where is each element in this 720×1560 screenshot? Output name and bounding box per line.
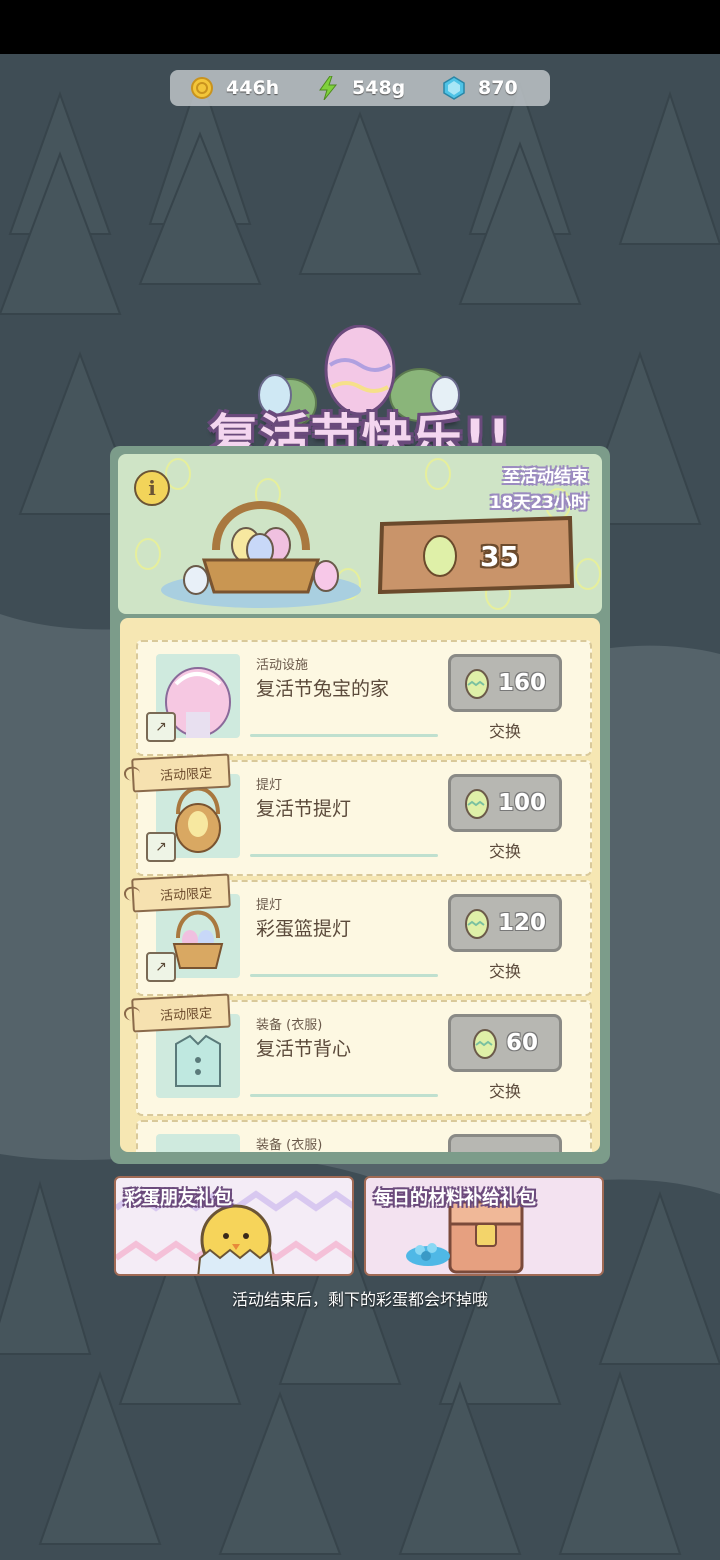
event-footer-note: 活动结束后，剩下的彩蛋都会坏掉哦 (231, 1290, 488, 1309)
limited-tag: 活动限定 (131, 993, 231, 1033)
egg-icon (472, 1029, 497, 1059)
egg-icon (464, 909, 489, 939)
item-divider (250, 734, 438, 737)
coin-resource[interactable]: 446h (170, 70, 296, 106)
list-item: ↗ 活动限定 提灯 复活节提灯 100 交换 (131, 753, 592, 876)
item-divider (250, 1094, 438, 1097)
item-thumbnail (156, 1134, 240, 1152)
exchange-label[interactable]: 交换 (448, 958, 562, 982)
exchange-price-button[interactable]: 120 (448, 894, 562, 952)
price-value: 160 (497, 670, 546, 696)
energy-value: 548g (352, 77, 406, 99)
price-value: 100 (497, 790, 546, 816)
exchange-label[interactable]: 交换 (448, 718, 562, 742)
item-divider (250, 974, 438, 977)
item-name: 复活节背心 (256, 1038, 352, 1060)
energy-resource[interactable]: 548g (296, 70, 422, 106)
list-item: 装备 (衣服) (136, 1120, 592, 1152)
exchange-label[interactable]: 交换 (448, 838, 562, 862)
item-category: 提灯 (256, 778, 283, 793)
timer-label: 至活动结束 (503, 467, 588, 487)
coin-value: 446h (226, 77, 280, 99)
price-value: 120 (497, 910, 546, 936)
limited-tag: 活动限定 (131, 753, 231, 793)
event-panel: i 至活动结束 18天23小时 35 ↗ 活动设施 复活节兔宝的家 160 交换… (110, 446, 610, 1164)
exchange-price-button[interactable]: 60 (448, 1014, 562, 1072)
egg-icon (464, 669, 489, 699)
list-item: 活动限定 装备 (衣服) 复活节背心 60 交换 (131, 993, 592, 1116)
exchange-price-button[interactable]: 100 (448, 774, 562, 832)
event-header: i 至活动结束 18天23小时 35 (118, 454, 602, 614)
exchange-price-button[interactable]: 160 (448, 654, 562, 712)
external-link-icon[interactable]: ↗ (146, 952, 176, 982)
item-category: 活动设施 (256, 658, 309, 673)
gem-value: 870 (478, 77, 518, 99)
exchange-list[interactable]: ↗ 活动设施 复活节兔宝的家 160 交换 ↗ 活动限定 提灯 复活节提灯 10… (120, 618, 600, 1152)
egg-icon (464, 789, 489, 819)
price-value: 60 (505, 1030, 538, 1056)
timer-value: 18天23小时 (489, 493, 588, 513)
item-name: 彩蛋篮提灯 (256, 918, 352, 940)
coin-icon (190, 76, 214, 100)
status-bar (0, 0, 720, 54)
item-name: 复活节提灯 (256, 798, 352, 820)
wooden-sign (377, 516, 575, 594)
gem-icon (442, 76, 466, 100)
limited-tag: 活动限定 (131, 873, 231, 913)
resource-bar: 446h 548g 870 (170, 70, 550, 106)
item-name: 复活节兔宝的家 (256, 678, 390, 700)
exchange-price-button[interactable] (448, 1134, 562, 1152)
item-category: 装备 (衣服) (256, 1018, 323, 1033)
daily-pack-banner[interactable]: 每日的材料补给礼包 (364, 1176, 604, 1276)
friend-pack-title: 彩蛋朋友礼包 (124, 1188, 232, 1209)
egg-basket-image (161, 501, 361, 608)
external-link-icon[interactable]: ↗ (146, 712, 176, 742)
list-item: ↗ 活动限定 提灯 彩蛋篮提灯 120 交换 (131, 873, 592, 996)
lightning-icon (316, 76, 340, 100)
external-link-icon[interactable]: ↗ (146, 832, 176, 862)
friend-pack-banner[interactable]: 彩蛋朋友礼包 (114, 1176, 354, 1276)
item-divider (250, 854, 438, 857)
exchange-label[interactable]: 交换 (448, 1078, 562, 1102)
gem-resource[interactable]: 870 (422, 70, 548, 106)
event-timer: 至活动结束 18天23小时 (490, 464, 588, 516)
egg-count: 35 (480, 540, 519, 573)
list-item: ↗ 活动设施 复活节兔宝的家 160 交换 (136, 640, 592, 756)
item-category: 提灯 (256, 898, 283, 913)
daily-pack-title: 每日的材料补给礼包 (374, 1188, 536, 1209)
item-category: 装备 (衣服) (256, 1138, 323, 1152)
